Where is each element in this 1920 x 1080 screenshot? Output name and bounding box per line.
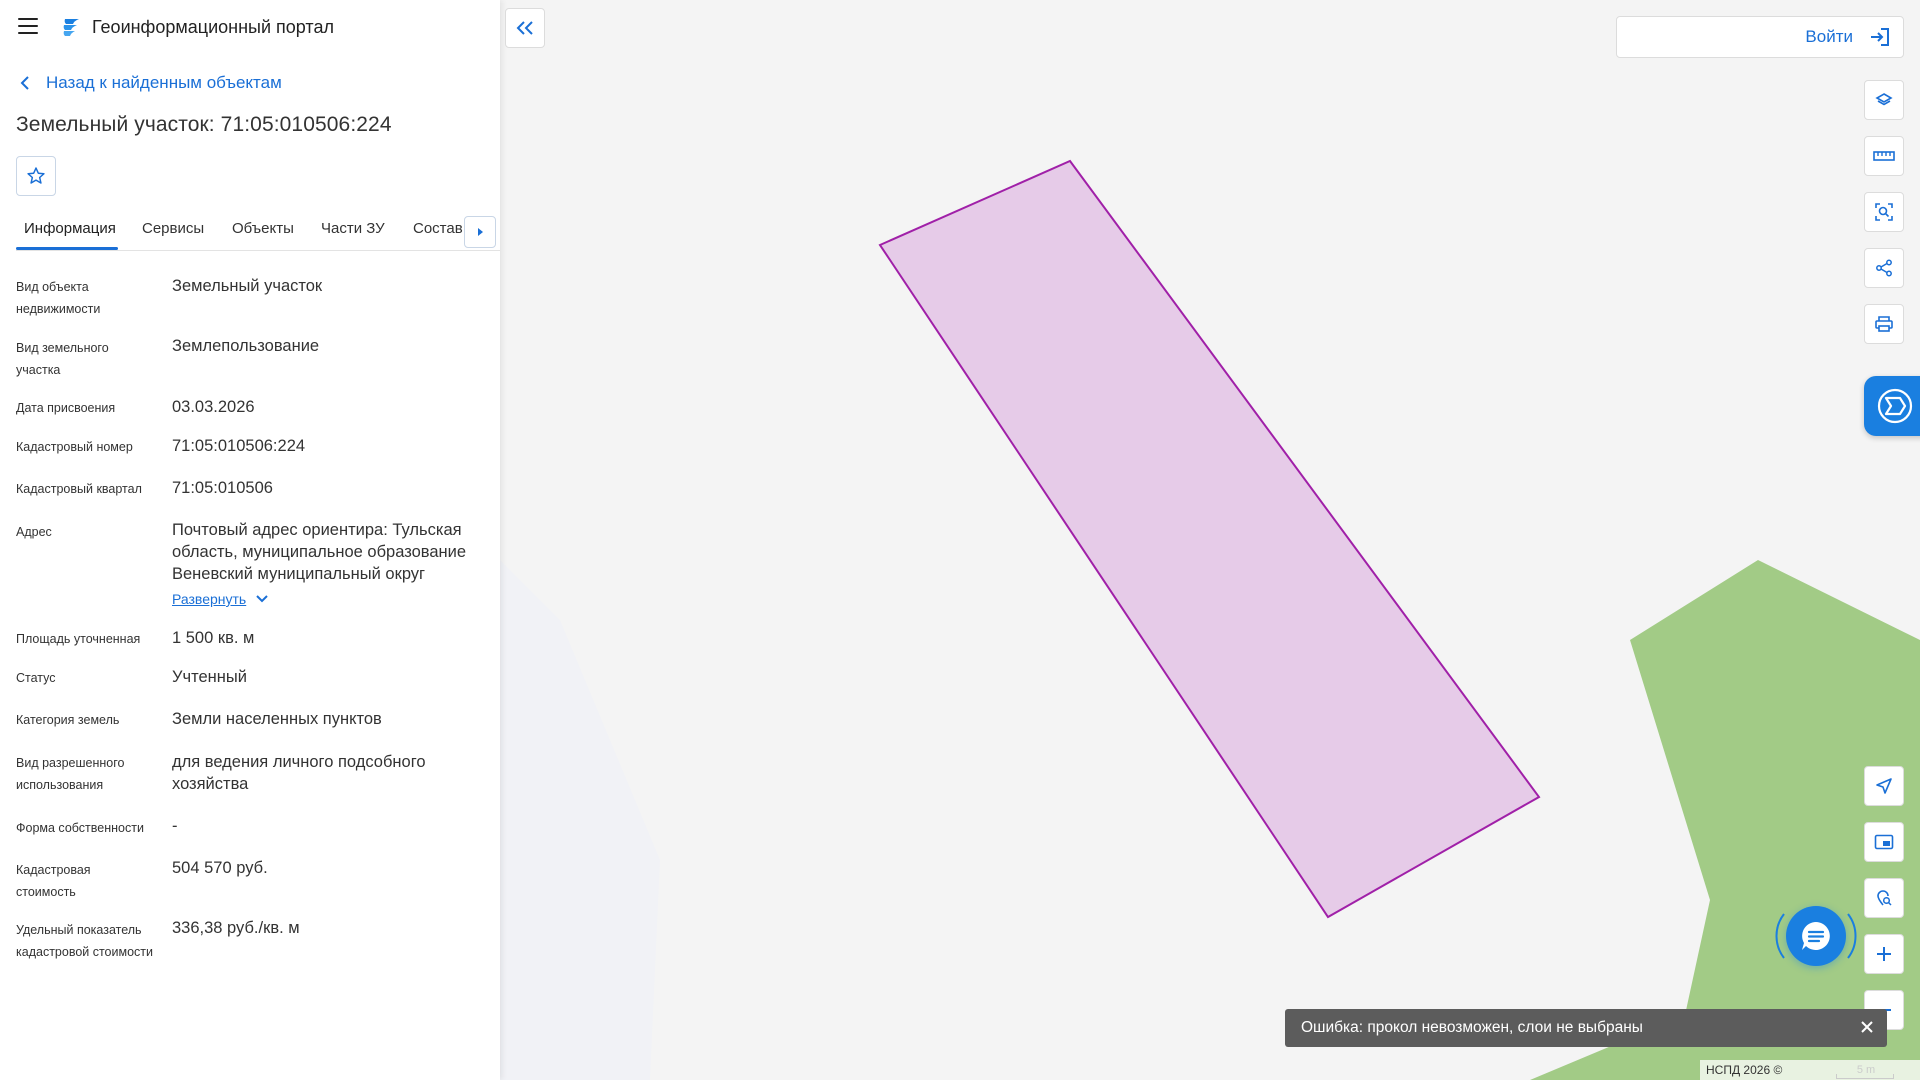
prop-value: Учтенный [172,668,247,686]
area-search-icon [1875,203,1893,221]
expand-address-link[interactable]: Развернуть [172,591,268,607]
feedback-side-button[interactable] [1864,376,1920,436]
error-toast: Ошибка: прокол невозможен, слои не выбра… [1285,1009,1887,1047]
back-to-results-link[interactable]: Назад к найденным объектам [20,73,282,93]
prop-label: Категория земель [16,713,120,727]
login-label: Войти [1805,27,1853,46]
prop-label: Кадастровая стоимость [16,863,91,899]
active-tab-indicator [16,247,118,250]
menu-icon[interactable] [18,18,38,34]
prop-label: Адрес [16,525,52,539]
prop-value: 1 500 кв. м [172,629,255,647]
chat-button[interactable] [1786,906,1846,966]
sidebar-header: Геоинформационный портал [0,0,500,56]
tabs-scroll-right-button[interactable] [464,216,496,248]
login-icon [1871,28,1889,46]
tab-services[interactable]: Сервисы [142,220,204,237]
portal-service-icon [1877,388,1913,424]
login-button[interactable]: Войти [1616,16,1904,58]
navigate-button[interactable] [1864,766,1904,806]
prop-label: Кадастровый квартал [16,482,142,496]
green-area [1530,560,1920,1080]
zoom-in-icon [1877,947,1891,961]
chevrons-left-icon [516,21,533,35]
prop-value: 03.03.2026 [172,398,255,416]
tab-composition[interactable]: Состав [413,220,463,237]
favorite-button[interactable] [16,156,56,196]
prop-value: Земельный участок [172,277,323,295]
prop-value-address: Почтовый адрес ориентира: Тульская облас… [172,521,467,583]
toast-message: Ошибка: прокол невозможен, слои не выбра… [1301,1019,1643,1036]
map-layer [500,159,1920,1080]
expand-label: Развернуть [172,591,247,607]
navigate-icon [1876,778,1892,794]
star-icon [27,167,45,184]
minimap-icon [1874,834,1894,850]
prop-label: Дата присвоения [16,401,116,415]
location-search-icon [1877,890,1892,906]
page-title: Земельный участок: 71:05:010506:224 [16,113,392,136]
prop-value: 71:05:010506 [172,479,273,497]
chevron-down-icon [256,595,268,603]
caret-right-icon [478,228,483,236]
tab-parts[interactable]: Части ЗУ [321,220,385,237]
minimap-button[interactable] [1864,822,1904,862]
back-link-label: Назад к найденным объектам [46,73,282,92]
prop-label: Удельный показатель кадастровой стоимост… [16,923,153,959]
prop-label: Форма собственности [16,821,144,835]
prop-label: Вид объекта недвижимости [16,280,101,316]
share-icon [1876,259,1892,277]
prop-label: Статус [16,671,56,685]
prop-value: для ведения личного подсобного хозяйства [172,753,426,793]
prop-value: Землепользование [172,337,320,355]
prop-value: 336,38 руб./кв. м [172,919,300,937]
ruler-button[interactable] [1864,136,1904,176]
prop-value: 71:05:010506:224 [172,437,306,455]
portal-logo-icon [63,19,79,36]
chevron-left-icon [20,76,29,90]
prop-value: 504 570 руб. [172,859,268,877]
print-icon [1875,316,1893,332]
layers-icon [1875,93,1893,106]
prop-label: Вид разрешенного использования [16,756,125,792]
zoom-in-button[interactable] [1864,934,1904,974]
prop-value: Земли населенных пунктов [172,710,382,728]
prop-value: - [172,817,178,835]
location-search-button[interactable] [1864,878,1904,918]
tab-info[interactable]: Информация [24,220,116,237]
app-title: Геоинформационный портал [92,17,334,37]
close-icon[interactable] [1857,1017,1877,1037]
attribution-text: НСПД 2026 © [1706,1063,1783,1077]
area-search-button[interactable] [1864,192,1904,232]
prop-label: Кадастровый номер [16,440,133,454]
tab-bar: Информация Сервисы Объекты Части ЗУ Сост… [16,216,500,251]
ruler-icon [1873,151,1895,161]
print-button[interactable] [1864,304,1904,344]
map-canvas[interactable] [500,0,1920,1080]
share-button[interactable] [1864,248,1904,288]
prop-label: Вид земельного участка [16,341,109,377]
sidebar-panel: Геоинформационный портал Назад к найденн… [0,0,500,1080]
map-attribution: НСПД 2026 © [1700,1060,1920,1080]
layers-button[interactable] [1864,80,1904,120]
land-parcel-polygon[interactable] [878,159,1541,919]
prop-label: Площадь уточненная [16,632,141,646]
tab-objects[interactable]: Объекты [232,220,294,237]
chat-icon [1802,922,1830,950]
road-area [500,560,660,1080]
collapse-sidebar-button[interactable] [505,8,545,48]
